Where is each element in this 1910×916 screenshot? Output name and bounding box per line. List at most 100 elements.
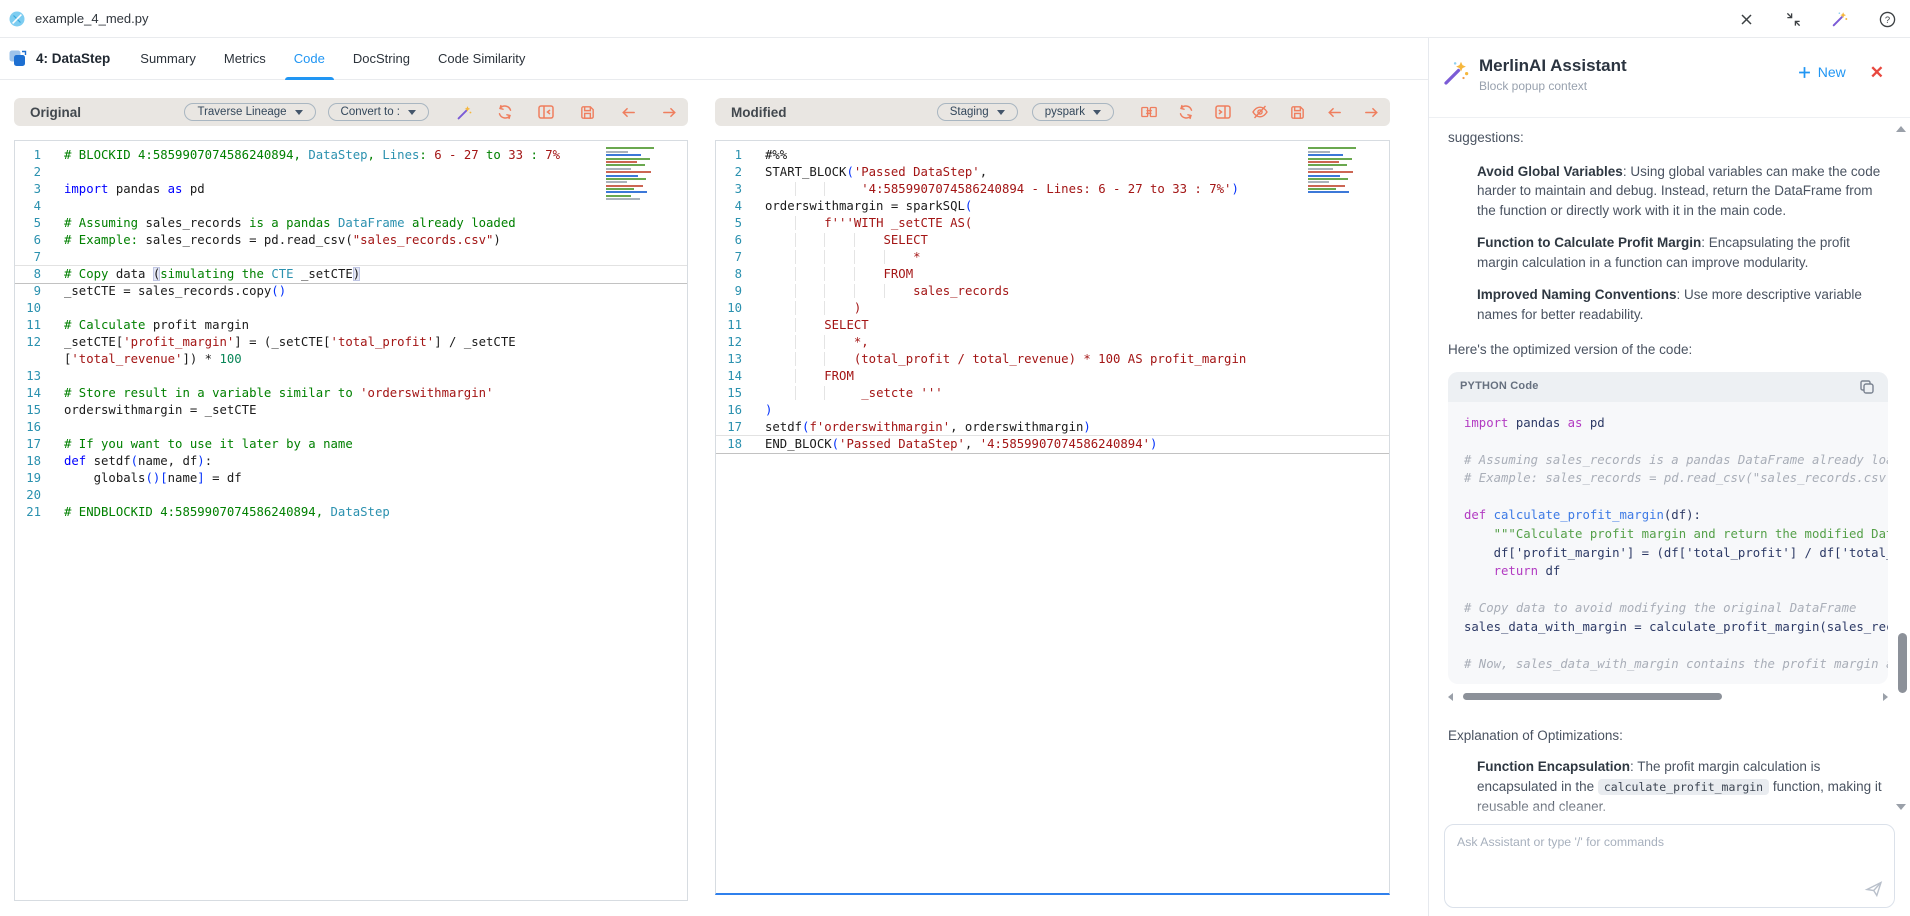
code-line[interactable]: 8# Copy data (simulating the CTE _setCTE… xyxy=(15,266,687,283)
send-icon[interactable] xyxy=(1864,879,1884,899)
code-line[interactable]: df['profit_margin'] = (df['total_profit'… xyxy=(1464,544,1888,563)
assistant-input[interactable] xyxy=(1445,825,1894,907)
line-number[interactable]: 6 xyxy=(716,232,742,249)
code-line[interactable]: 9_setCTE = sales_records.copy() xyxy=(15,283,687,300)
code-line[interactable]: 7 * xyxy=(716,249,1389,266)
line-number[interactable]: 9 xyxy=(716,283,742,300)
code-line[interactable]: 12 *, xyxy=(716,334,1389,351)
code-line[interactable]: 17setdf(f'orderswithmargin', orderswithm… xyxy=(716,419,1389,436)
line-number[interactable]: 2 xyxy=(15,164,41,181)
line-number[interactable]: 8 xyxy=(716,266,742,283)
line-number[interactable]: 18 xyxy=(716,436,742,453)
line-number[interactable]: 12 xyxy=(15,334,41,351)
code-line[interactable]: return df xyxy=(1464,562,1888,581)
code-line[interactable]: # Now, sales_data_with_margin contains t… xyxy=(1464,655,1888,674)
code-line[interactable]: 21# ENDBLOCKID 4:5859907074586240894, Da… xyxy=(15,504,687,521)
line-number[interactable]: 16 xyxy=(15,419,41,436)
line-number[interactable] xyxy=(15,351,41,368)
code-line[interactable]: 16 xyxy=(15,419,687,436)
code-line[interactable]: 7 xyxy=(15,249,687,266)
line-number[interactable]: 17 xyxy=(15,436,41,453)
tab-code-similarity[interactable]: Code Similarity xyxy=(424,38,539,80)
line-number[interactable]: 14 xyxy=(15,385,41,402)
line-number[interactable]: 12 xyxy=(716,334,742,351)
line-number[interactable]: 5 xyxy=(716,215,742,232)
line-number[interactable]: 17 xyxy=(716,419,742,436)
code-line[interactable]: 8 FROM xyxy=(716,266,1389,283)
close-assistant-button[interactable]: ✕ xyxy=(1870,64,1884,81)
code-line[interactable]: 1# BLOCKID 4:5859907074586240894, DataSt… xyxy=(15,147,687,164)
code-line[interactable]: 18def setdf(name, df): xyxy=(15,453,687,470)
line-number[interactable]: 1 xyxy=(15,147,41,164)
new-chat-button[interactable]: New xyxy=(1798,64,1846,80)
line-number[interactable]: 13 xyxy=(716,351,742,368)
line-number[interactable]: 20 xyxy=(15,487,41,504)
code-line[interactable]: sales_data_with_margin = calculate_profi… xyxy=(1464,618,1888,637)
refresh-icon[interactable] xyxy=(496,103,514,121)
magic-wand-icon[interactable] xyxy=(1831,10,1849,28)
line-number[interactable]: 14 xyxy=(716,368,742,385)
save-icon[interactable] xyxy=(1288,103,1306,121)
line-number[interactable]: 15 xyxy=(716,385,742,402)
collapse-icon[interactable] xyxy=(1784,10,1802,28)
code-line[interactable]: import pandas as pd xyxy=(1464,414,1888,433)
code-line[interactable]: 14 FROM xyxy=(716,368,1389,385)
code-line[interactable]: 15 _setcte ''' xyxy=(716,385,1389,402)
tab-metrics[interactable]: Metrics xyxy=(210,38,280,80)
line-number[interactable]: 4 xyxy=(716,198,742,215)
arrow-right-icon[interactable] xyxy=(1362,103,1380,121)
code-line[interactable]: 2 xyxy=(15,164,687,181)
line-number[interactable]: 19 xyxy=(15,470,41,487)
arrow-left-icon[interactable] xyxy=(1325,103,1343,121)
code-line[interactable]: 17# If you want to use it later by a nam… xyxy=(15,436,687,453)
code-line[interactable]: """Calculate profit margin and return th… xyxy=(1464,525,1888,544)
line-number[interactable]: 2 xyxy=(716,164,742,181)
arrow-right-icon[interactable] xyxy=(660,103,678,121)
code-line[interactable]: 18END_BLOCK('Passed DataStep', '4:585990… xyxy=(716,436,1389,453)
scrollbar-thumb[interactable] xyxy=(1463,693,1722,700)
line-number[interactable]: 10 xyxy=(15,300,41,317)
vertical-scrollbar-thumb[interactable] xyxy=(1898,633,1907,693)
panel-left-icon[interactable] xyxy=(537,103,555,121)
line-number[interactable]: 7 xyxy=(716,249,742,266)
code-line[interactable]: ['total_revenue']) * 100 xyxy=(15,351,687,368)
eye-off-icon[interactable] xyxy=(1251,103,1269,121)
language-dropdown[interactable]: pyspark xyxy=(1032,103,1114,121)
code-line[interactable]: 5# Assuming sales_records is a pandas Da… xyxy=(15,215,687,232)
code-line[interactable]: 16) xyxy=(716,402,1389,419)
minimap[interactable] xyxy=(603,146,659,202)
panel-right-icon[interactable] xyxy=(1214,103,1232,121)
line-number[interactable]: 15 xyxy=(15,402,41,419)
code-line[interactable]: 14# Store result in a variable similar t… xyxy=(15,385,687,402)
line-number[interactable]: 3 xyxy=(716,181,742,198)
code-line[interactable]: 6 SELECT xyxy=(716,232,1389,249)
line-number[interactable]: 4 xyxy=(15,198,41,215)
magic-wand-icon[interactable] xyxy=(455,103,473,121)
code-line[interactable]: 10 ) xyxy=(716,300,1389,317)
line-number[interactable]: 7 xyxy=(15,249,41,266)
traverse-lineage-dropdown[interactable]: Traverse Lineage xyxy=(184,103,315,121)
code-line[interactable] xyxy=(1464,581,1888,600)
scroll-down-arrow[interactable] xyxy=(1896,804,1906,810)
line-number[interactable]: 6 xyxy=(15,232,41,249)
code-line[interactable]: 13 xyxy=(15,368,687,385)
code-line[interactable]: 15orderswithmargin = _setCTE xyxy=(15,402,687,419)
tab-summary[interactable]: Summary xyxy=(126,38,210,80)
line-number[interactable]: 8 xyxy=(15,266,41,283)
line-number[interactable]: 16 xyxy=(716,402,742,419)
code-line[interactable] xyxy=(1464,637,1888,656)
line-number[interactable]: 9 xyxy=(15,283,41,300)
line-number[interactable]: 11 xyxy=(716,317,742,334)
tab-code[interactable]: Code xyxy=(280,38,339,80)
code-line[interactable]: 9 sales_records xyxy=(716,283,1389,300)
code-line[interactable]: 19 globals()[name] = df xyxy=(15,470,687,487)
scroll-right-arrow[interactable] xyxy=(1883,693,1888,701)
code-line[interactable]: 20 xyxy=(15,487,687,504)
code-line[interactable]: 5 f'''WITH _setCTE AS( xyxy=(716,215,1389,232)
code-line[interactable]: # Example: sales_records = pd.read_csv("… xyxy=(1464,469,1888,488)
code-line[interactable] xyxy=(1464,488,1888,507)
code-line[interactable]: 3import pandas as pd xyxy=(15,181,687,198)
code-line[interactable]: 4orderswithmargin = sparkSQL( xyxy=(716,198,1389,215)
line-number[interactable]: 11 xyxy=(15,317,41,334)
copy-code-button[interactable] xyxy=(1858,378,1876,396)
